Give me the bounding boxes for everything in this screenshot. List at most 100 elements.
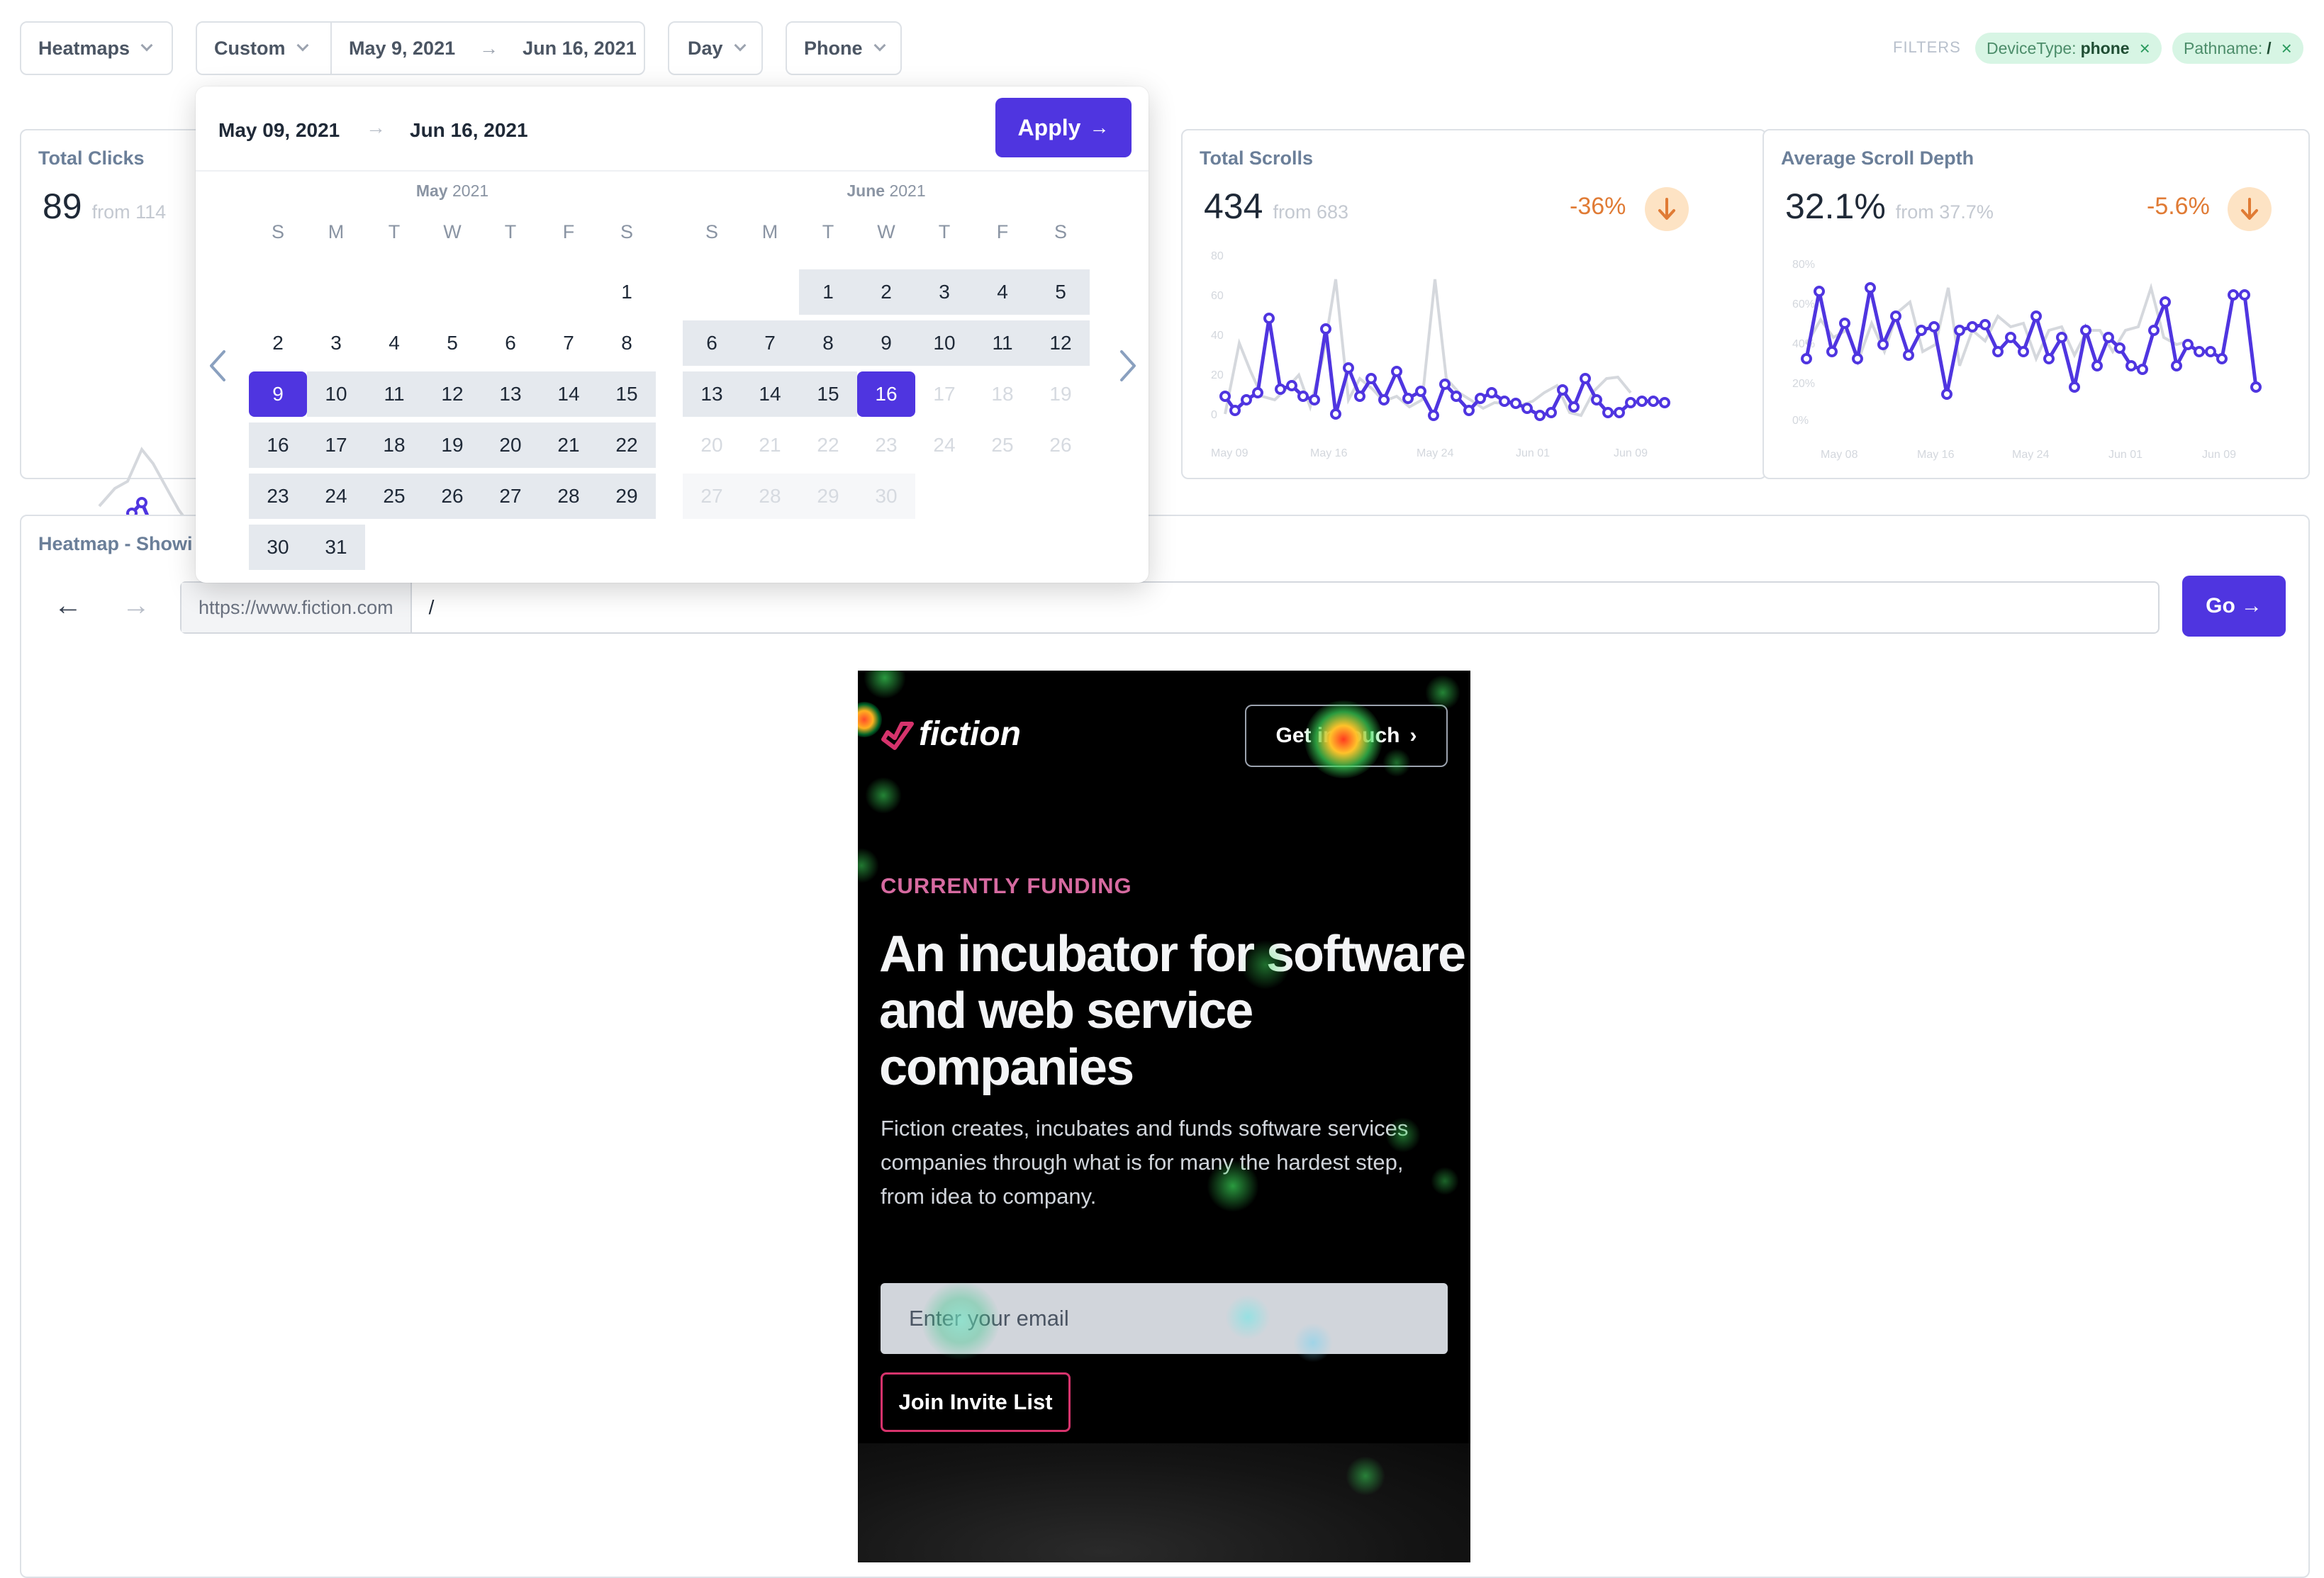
popover-start-date: May 09, 2021 [218,119,340,141]
calendar-day[interactable]: 13 [683,371,741,417]
calendar-day[interactable]: 28 [540,474,598,519]
go-button[interactable]: Go → [2182,576,2286,637]
email-input[interactable]: Enter your email [881,1283,1448,1354]
calendar-day[interactable]: 11 [973,320,1032,366]
calendar-day[interactable]: 5 [423,320,481,366]
calendar-day: 30 [857,474,915,519]
date-range-input[interactable]: May 9, 2021 → Jun 16, 2021 [330,21,645,75]
range-select[interactable]: Custom [196,21,332,75]
forward-arrow-icon[interactable]: → [122,590,150,622]
get-in-touch-button[interactable]: Get in touch › [1245,705,1448,767]
next-month-icon[interactable] [1117,349,1139,386]
heat-spot [1431,1167,1459,1195]
calendar-day[interactable]: 7 [741,320,799,366]
logo-text: fiction [919,715,1021,753]
calendar-day: 22 [817,434,839,456]
calendar-day[interactable]: 24 [307,474,365,519]
calendar-day[interactable]: 6 [481,320,540,366]
svg-text:May 08: May 08 [1821,449,1858,461]
calendar-day[interactable]: 4 [973,269,1032,315]
join-invite-button[interactable]: Join Invite List [881,1372,1071,1432]
calendar-day[interactable]: 29 [598,474,656,519]
calendar-day[interactable]: 19 [423,423,481,468]
calendar-day[interactable]: 9 [249,371,307,417]
calendar-day[interactable]: 16 [249,423,307,468]
apply-button[interactable]: Apply → [995,98,1132,157]
calendar-day[interactable]: 11 [365,371,423,417]
calendar-day[interactable]: 9 [857,320,915,366]
svg-text:May 16: May 16 [1310,447,1348,459]
filter-key: Pathname: [2184,38,2263,57]
calendar-day[interactable]: 12 [423,371,481,417]
back-arrow-icon[interactable]: ← [54,590,82,622]
interval-select-label: Day [688,37,723,59]
calendar-day[interactable]: 25 [365,474,423,519]
sparkline-scrolls: 80 60 40 20 0 May 09 May 16 May 24 Jun 01 Jun 09 [1211,251,1670,459]
calendar-day[interactable]: 1 [598,269,656,315]
fiction-logo: fiction [879,715,1021,754]
calendar-day[interactable]: 21 [540,423,598,468]
calendar-day[interactable]: 15 [799,371,857,417]
calendar-day[interactable]: 18 [365,423,423,468]
calendar-day[interactable]: 30 [249,525,307,570]
month-header: June 2021 [815,181,957,201]
weekday-label: T [938,221,951,242]
calendar-day[interactable]: 4 [365,320,423,366]
sparkline-scroll-depth: 80%60%40%20%0%May 08 May 16 May 24 Jun 01 Ju… [1792,259,2262,461]
calendar-day[interactable]: 17 [307,423,365,468]
calendar-day[interactable]: 5 [1032,269,1090,315]
calendar-day[interactable]: 27 [481,474,540,519]
calendar-day[interactable]: 2 [249,320,307,366]
device-select[interactable]: Phone [786,21,902,75]
stat-value: 89 from 114 [43,186,167,226]
chevron-down-icon [734,39,747,52]
calendar-day[interactable]: 8 [598,320,656,366]
interval-select[interactable]: Day [668,21,763,75]
svg-text:40: 40 [1211,330,1224,342]
path-input[interactable]: / [412,596,435,619]
calendar-day[interactable]: 16 [857,371,915,417]
calendar-day[interactable]: 8 [799,320,857,366]
stat-title: Total Clicks [38,147,145,169]
calendar-day[interactable]: 1 [799,269,857,315]
calendar-day[interactable]: 7 [540,320,598,366]
calendar-day[interactable]: 3 [307,320,365,366]
calendar-day[interactable]: 31 [307,525,365,570]
calendar-day[interactable]: 6 [683,320,741,366]
filter-chip-path[interactable]: Pathname: / × [2172,33,2303,64]
calendar-day[interactable]: 2 [857,269,915,315]
date-range-popover: May 09, 2021 → Jun 16, 2021 Apply → May 2… [196,86,1149,583]
calendar-day[interactable]: 14 [741,371,799,417]
calendar-day[interactable]: 22 [598,423,656,468]
stat-value: 434 from 683 [1204,186,1348,226]
calendar-day[interactable]: 10 [307,371,365,417]
month-year: 2021 [889,181,926,200]
filter-value: phone [2080,38,2130,57]
calendar-day[interactable]: 15 [598,371,656,417]
stat-card-scroll-depth: Average Scroll Depth 32.1% from 37.7% -5.… [1762,129,2310,479]
prev-month-icon[interactable] [207,349,228,386]
join-label: Join Invite List [898,1389,1053,1414]
calendar-day: 27 [683,474,741,519]
calendar-day[interactable]: 23 [249,474,307,519]
close-icon[interactable]: × [2281,38,2292,60]
url-bar[interactable]: https://www.fiction.com / [180,581,2160,634]
weekday-label: F [996,221,1009,242]
type-select[interactable]: Heatmaps [20,21,173,75]
calendar-day[interactable]: 14 [540,371,598,417]
close-icon[interactable]: × [2140,38,2150,60]
filter-chip-device[interactable]: DeviceType: phone × [1975,33,2162,64]
calendar-day[interactable]: 3 [915,269,973,315]
svg-text:0%: 0% [1792,415,1809,427]
calendar-day[interactable]: 20 [481,423,540,468]
type-select-label: Heatmaps [38,37,130,59]
filter-key: DeviceType: [1987,38,2077,57]
weekday-label: M [328,221,345,242]
svg-text:60: 60 [1211,290,1224,302]
calendar-day[interactable]: 10 [915,320,973,366]
calendar-day[interactable]: 26 [423,474,481,519]
calendar-day[interactable]: 12 [1032,320,1090,366]
weekday-label: S [1054,221,1067,242]
range-select-label: Custom [214,37,286,59]
calendar-day[interactable]: 13 [481,371,540,417]
